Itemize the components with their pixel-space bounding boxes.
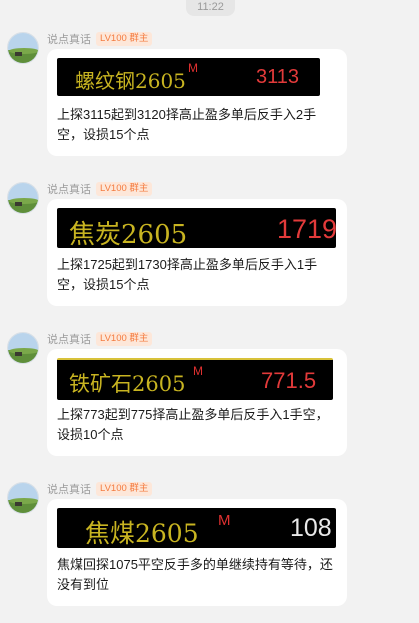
avatar-image — [8, 183, 38, 213]
avatar[interactable] — [7, 332, 39, 364]
avatar-image — [8, 333, 38, 363]
avatar-image — [8, 483, 38, 513]
message-meta: 说点真话 LV100 群主 — [47, 31, 153, 47]
role-badge: LV100 群主 — [96, 482, 153, 496]
message-text: 上探3115起到3120择高止盈多单后反手入2手空，设损15个点 — [57, 107, 317, 142]
avatar-image — [8, 33, 38, 63]
message-bubble[interactable]: 铁矿石2605 M 771.5 上探773起到775择高止盈多单后反手入1手空，… — [47, 349, 347, 456]
message-meta: 说点真话 LV100 群主 — [47, 331, 153, 347]
role-badge: LV100 群主 — [96, 332, 153, 346]
ticker-flag: M — [188, 61, 198, 75]
sender-name[interactable]: 说点真话 — [47, 31, 91, 47]
message-bubble[interactable]: 焦煤2605 M 108 焦煤回探1075平空反手多的单继续持有等待，还没有到位 — [47, 499, 347, 606]
ticker-image[interactable]: 焦炭2605 1719 — [57, 208, 336, 248]
sender-name[interactable]: 说点真话 — [47, 331, 91, 347]
ticker-name: 铁矿石2605 — [69, 372, 186, 396]
timestamp: 11:22 — [186, 0, 235, 16]
ticker-image[interactable]: 螺纹钢2605 M 3113 — [57, 58, 320, 96]
ticker-flag: M — [218, 512, 231, 529]
ticker-flag: M — [193, 364, 203, 378]
ticker-price: 3113 — [256, 66, 300, 88]
role-badge: LV100 群主 — [96, 182, 153, 196]
message-meta: 说点真话 LV100 群主 — [47, 181, 153, 197]
ticker-name: 焦煤2605 — [85, 519, 199, 548]
ticker-image[interactable]: 焦煤2605 M 108 — [57, 508, 336, 548]
message-bubble[interactable]: 焦炭2605 1719 上探1725起到1730择高止盈多单后反手入1手空，设损… — [47, 199, 347, 306]
ticker-price: 108 — [290, 514, 332, 542]
message-meta: 说点真话 LV100 群主 — [47, 481, 153, 497]
message-text: 焦煤回探1075平空反手多的单继续持有等待，还没有到位 — [57, 557, 333, 592]
ticker-image[interactable]: 铁矿石2605 M 771.5 — [57, 358, 333, 400]
avatar[interactable] — [7, 482, 39, 514]
ticker-name: 螺纹钢2605 — [75, 69, 186, 93]
role-badge: LV100 群主 — [96, 32, 153, 46]
avatar[interactable] — [7, 182, 39, 214]
ticker-name: 焦炭2605 — [69, 220, 188, 248]
message-bubble[interactable]: 螺纹钢2605 M 3113 上探3115起到3120择高止盈多单后反手入2手空… — [47, 49, 347, 156]
ticker-price: 1719 — [277, 214, 336, 244]
sender-name[interactable]: 说点真话 — [47, 181, 91, 197]
message-text: 上探1725起到1730择高止盈多单后反手入1手空，设损15个点 — [57, 257, 318, 292]
sender-name[interactable]: 说点真话 — [47, 481, 91, 497]
avatar[interactable] — [7, 32, 39, 64]
ticker-price: 771.5 — [261, 368, 317, 393]
message-text: 上探773起到775择高止盈多单后反手入1手空，设损10个点 — [57, 407, 329, 442]
